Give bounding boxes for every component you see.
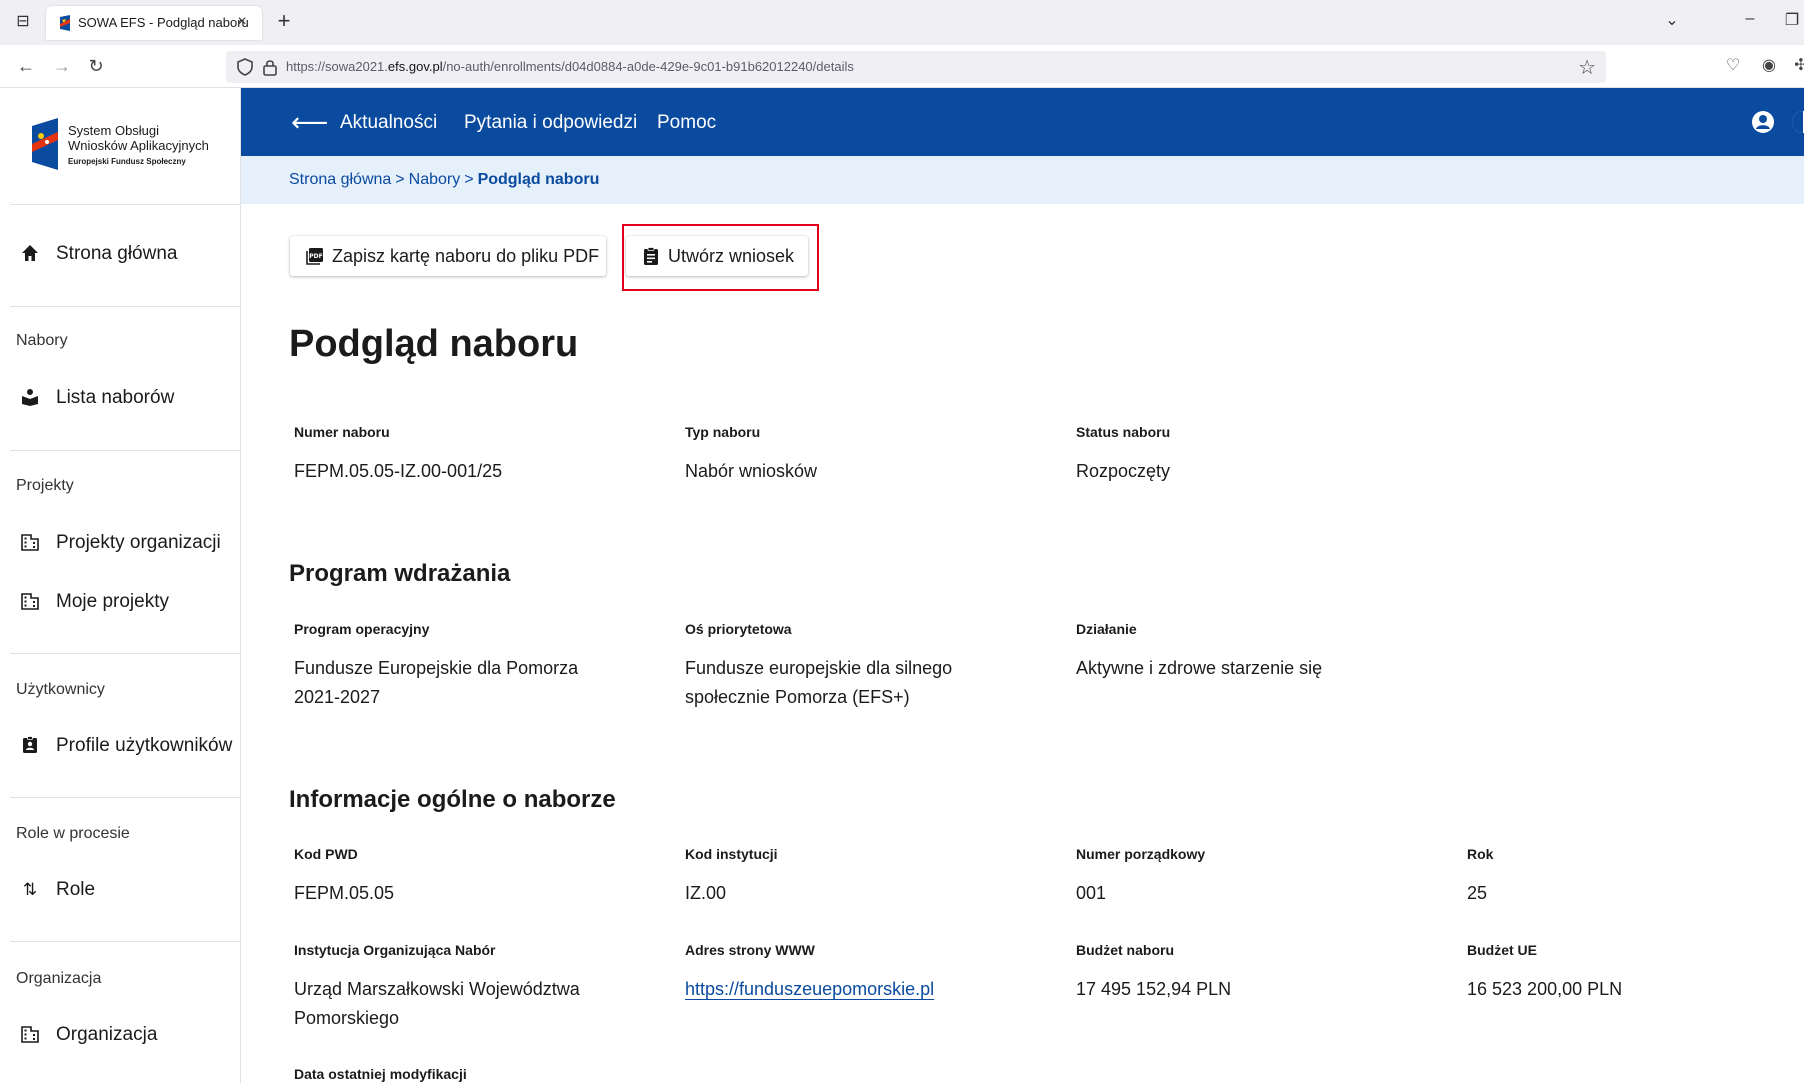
efs-logo-icon [32,118,58,170]
sidebar-item-label: Lista naborów [56,387,175,408]
bookmark-star-icon[interactable]: ☆ [1578,55,1596,80]
field-priority-axis: Oś priorytetowa Fundusze europejskie dla… [685,621,953,707]
sidebar-item-home[interactable]: Strona główna [20,239,230,269]
sidebar-item-roles[interactable]: ⇅ Role [20,875,230,905]
pdf-icon: PDF [306,248,323,265]
field-enrollment-type: Typ naboru Nabór wniosków [685,424,818,481]
nav-link-faq[interactable]: Pytania i odpowiedzi [464,112,637,134]
nav-link-news[interactable]: Aktualności [340,112,437,134]
building-icon [20,533,40,553]
sidebar-divider [10,204,241,205]
sidebar-item-org-projects[interactable]: Projekty organizacji [20,528,230,558]
field-organizing-institution: Instytucja Organizująca Nabór Urząd Mars… [294,942,580,1028]
field-website: Adres strony WWW https://funduszeuepomor… [685,942,1055,1004]
sidebar-section-title: Użytkownicy [16,681,105,698]
nav-link-help[interactable]: Pomoc [657,112,716,134]
building-icon [20,592,40,612]
sidebar-item-label: Moje projekty [56,591,169,612]
highlight-box [622,224,819,291]
brand-name: System Obsługi Wniosków Aplikacyjnych Eu… [68,123,209,166]
swap-vertical-icon: ⇅ [22,880,38,899]
account-icon[interactable]: ◉ [1758,55,1780,77]
new-tab-icon[interactable]: + [272,10,296,34]
save-pdf-label: Zapisz kartę naboru do pliku PDF [332,246,600,266]
breadcrumb-link-enrollments[interactable]: Nabory [409,171,461,188]
field-enrollment-number: Numer naboru FEPM.05.05-IZ.00-001/25 [294,424,503,481]
sidebar-section-title: Projekty [16,477,74,494]
page-title: Podgląd naboru [289,323,579,365]
sidebar-item-my-projects[interactable]: Moje projekty [20,587,230,617]
field-last-modified: Data ostatniej modyfikacji [294,1066,467,1082]
tab-list-icon[interactable]: ⊟ [12,12,34,32]
sidebar-section-title: Role w procesie [16,825,130,842]
forward-arrow-icon[interactable]: → [50,54,74,78]
sidebar-divider [10,306,241,307]
sidebar-item-label: Projekty organizacji [56,532,221,553]
tab-close-icon[interactable]: × [232,12,252,32]
minimize-icon[interactable]: – [1738,10,1762,28]
sidebar-item-enrollment-list[interactable]: Lista naborów [20,383,230,413]
reload-icon[interactable]: ↻ [84,54,108,78]
sidebar-section-title: Organizacja [16,970,102,987]
breadcrumb-separator: > [464,171,474,188]
browser-tab-bar: ⊟ SOWA EFS - Podgląd naboru × + ⌄ – ❐ [0,0,1804,45]
restore-icon[interactable]: ❐ [1780,10,1804,30]
sidebar: System Obsługi Wniosków Aplikacyjnych Eu… [0,88,241,1083]
field-year: Rok 25 [1467,846,1494,903]
browser-nav-bar: ← → ↻ https://sowa2021.efs.gov.pl/no-aut… [0,45,1804,88]
back-arrow-icon[interactable]: ← [14,54,38,78]
home-icon [20,244,40,264]
breadcrumb-link-home[interactable]: Strona główna [289,171,391,188]
field-operational-program: Program operacyjny Fundusze Europejskie … [294,621,579,707]
sidebar-item-label: Role [56,879,96,900]
sidebar-divider [10,450,241,451]
field-enrollment-status: Status naboru Rozpoczęty [1076,424,1171,481]
sidebar-item-organization[interactable]: Organizacja [20,1020,230,1050]
field-enrollment-budget: Budżet naboru 17 495 152,94 PLN [1076,942,1232,999]
sidebar-item-label: Organizacja [56,1024,158,1045]
sidebar-section-title: Nabory [16,332,68,349]
field-pwd-code: Kod PWD FEPM.05.05 [294,846,395,903]
breadcrumb-current: Podgląd naboru [477,171,600,188]
lock-icon [263,60,277,76]
sidebar-divider [10,653,241,654]
sidebar-divider [10,941,241,942]
user-account-icon[interactable] [1749,108,1777,136]
building-icon [20,1025,40,1045]
badge-icon [20,736,40,756]
sidebar-item-label: Strona główna [56,243,178,264]
sowa-favicon-icon [60,15,70,31]
field-action: Działanie Aktywne i zdrowe starzenie się [1076,621,1323,678]
contrast-icon[interactable] [1789,108,1804,136]
back-arrow-icon[interactable]: ⟵ [291,108,328,136]
extensions-icon[interactable]: ✣ [1790,55,1804,77]
breadcrumb: Strona główna > Nabory > Podgląd naboru [241,156,1804,204]
svg-text:PDF: PDF [309,253,322,260]
url-bar[interactable]: https://sowa2021.efs.gov.pl/no-auth/enro… [226,51,1606,83]
sidebar-item-user-profiles[interactable]: Profile użytkowników [20,731,233,761]
app-header: ⟵ Aktualności Pytania i odpowiedzi Pomoc [241,88,1804,156]
pocket-icon[interactable]: ♡ [1722,55,1744,77]
reader-icon [20,388,40,408]
tab-title: SOWA EFS - Podgląd naboru [78,15,249,30]
url-text: https://sowa2021.efs.gov.pl/no-auth/enro… [286,59,854,74]
sidebar-item-label: Profile użytkowników [56,735,233,756]
field-sequence-number: Numer porządkowy 001 [1076,846,1206,903]
field-institution-code: Kod instytucji IZ.00 [685,846,778,903]
section-title-program: Program wdrażania [289,560,511,587]
sidebar-divider [10,797,241,798]
save-pdf-button[interactable]: PDF Zapisz kartę naboru do pliku PDF [290,236,606,276]
browser-tab[interactable]: SOWA EFS - Podgląd naboru × [46,6,262,40]
shield-icon [237,58,253,76]
breadcrumb-separator: > [395,171,405,188]
website-link[interactable]: https://funduszeuepomorskie.pl [685,975,1055,1004]
field-eu-budget: Budżet UE 16 523 200,00 PLN [1467,942,1623,999]
chevron-down-icon[interactable]: ⌄ [1660,10,1684,30]
section-title-general: Informacje ogólne o naborze [289,786,616,813]
